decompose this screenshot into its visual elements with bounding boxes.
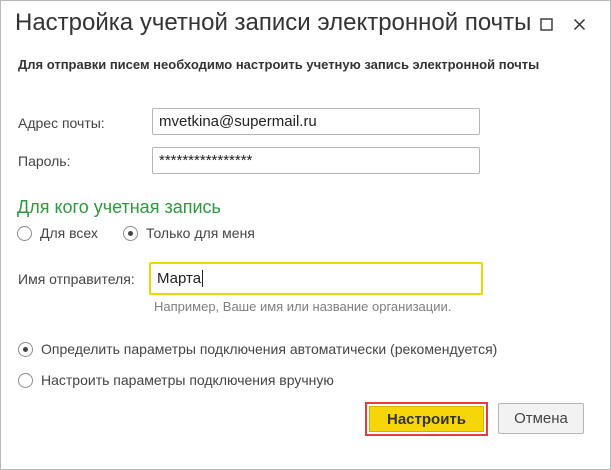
radio-only-me[interactable]: Только для меня [123,225,255,241]
sender-hint: Например, Ваше имя или название организа… [154,299,452,314]
radio-for-all[interactable]: Для всех [17,225,98,241]
maximize-button[interactable] [538,16,554,32]
close-icon [573,18,585,30]
email-value: mvetkina@supermail.ru [159,113,317,130]
radio-button[interactable] [17,225,32,241]
dialog-title: Настройка учетной записи электронной поч… [15,9,532,36]
radio-label: Определить параметры подключения автомат… [41,341,498,357]
close-button[interactable] [571,16,587,32]
account-for-title: Для кого учетная запись [17,197,221,217]
password-field[interactable]: **************** [152,147,480,174]
radio-auto-settings[interactable]: Определить параметры подключения автомат… [18,341,497,357]
configure-button-highlight: Настроить [365,402,488,436]
email-label: Адрес почты: [18,115,105,131]
radio-manual-settings[interactable]: Настроить параметры подключения вручную [18,372,334,388]
email-account-dialog: Настройка учетной записи электронной поч… [0,0,611,470]
password-label: Пароль: [18,153,71,169]
radio-label: Только для меня [146,225,255,241]
sender-label: Имя отправителя: [18,271,135,287]
radio-button[interactable] [18,341,33,357]
text-cursor [202,270,204,287]
maximize-icon [539,17,553,31]
email-field[interactable]: mvetkina@supermail.ru [152,108,480,135]
radio-label: Настроить параметры подключения вручную [41,372,334,388]
sender-name-field[interactable]: Марта [149,262,483,295]
radio-button[interactable] [123,225,138,241]
password-value: **************** [159,152,253,169]
configure-button[interactable]: Настроить [369,406,484,432]
info-text: Для отправки писем необходимо настроить … [18,57,540,72]
radio-button[interactable] [18,372,33,388]
sender-value: Марта [157,270,202,287]
cancel-button[interactable]: Отмена [498,403,584,434]
radio-label: Для всех [40,225,98,241]
